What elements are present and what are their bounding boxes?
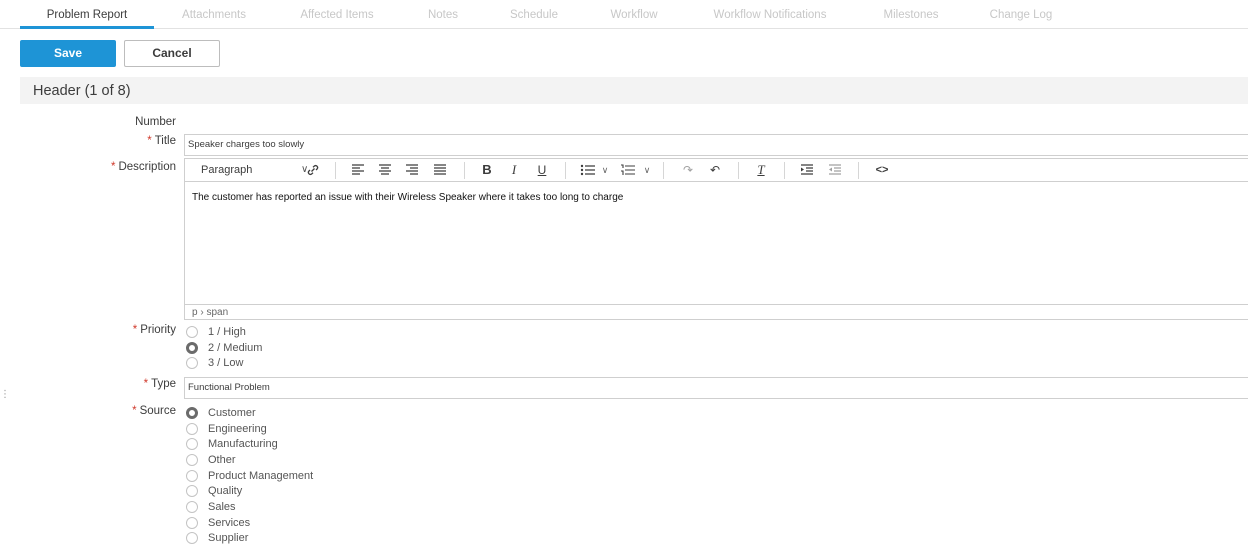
tab-workflow-notifications[interactable]: Workflow Notifications (702, 0, 838, 29)
tab-problem-report[interactable]: Problem Report (20, 0, 154, 29)
toolbar-divider (738, 162, 739, 179)
tab-schedule[interactable]: Schedule (500, 0, 568, 29)
toolbar-divider (784, 162, 785, 179)
toolbar-divider (335, 162, 336, 179)
title-label: * Title (147, 135, 176, 147)
source-label: * Source (132, 405, 176, 417)
drag-handle-icon[interactable]: ⋮ (0, 390, 10, 408)
required-marker: * (147, 135, 152, 147)
italic-icon[interactable]: I (504, 159, 524, 181)
radio-button[interactable] (186, 485, 198, 497)
bold-icon[interactable]: B (477, 159, 497, 181)
radio-button[interactable] (186, 517, 198, 529)
radio-button-checked[interactable] (186, 407, 198, 419)
save-button[interactable]: Save (20, 40, 116, 67)
tab-attachments[interactable]: Attachments (172, 0, 256, 29)
editor-status-path: p › span (185, 304, 1248, 320)
redo-icon[interactable]: ↷ (678, 159, 698, 181)
link-icon[interactable] (303, 159, 323, 181)
align-left-icon[interactable] (348, 159, 368, 181)
radio-button[interactable] (186, 326, 198, 338)
tab-workflow[interactable]: Workflow (600, 0, 668, 29)
type-label: * Type (143, 378, 176, 390)
required-marker: * (143, 378, 149, 390)
toolbar-divider (464, 162, 465, 179)
required-marker: * (132, 405, 137, 417)
tab-change-log[interactable]: Change Log (984, 0, 1058, 29)
radio-button[interactable] (186, 357, 198, 369)
paragraph-format-select[interactable]: Paragraph ∨ (201, 159, 308, 181)
radio-button[interactable] (186, 423, 198, 435)
title-input[interactable]: Speaker charges too slowly (184, 134, 1248, 156)
section-title[interactable]: Header (1 of 8) (33, 83, 131, 99)
description-label: * Description (110, 161, 176, 173)
tab-affected-items[interactable]: Affected Items (290, 0, 384, 29)
priority-label: * Priority (132, 324, 176, 336)
radio-button[interactable] (186, 501, 198, 513)
source-code-icon[interactable]: <> (871, 159, 893, 181)
indent-icon[interactable] (797, 159, 817, 181)
editor-toolbar: Paragraph ∨ B I U ∨ ∨ ↷ ↶ T <> (185, 159, 1248, 182)
chevron-down-icon[interactable]: ∨ (641, 159, 653, 181)
required-marker: * (110, 161, 116, 173)
radio-button[interactable] (186, 438, 198, 450)
undo-icon[interactable]: ↶ (705, 159, 725, 181)
align-center-icon[interactable] (375, 159, 395, 181)
editor-content[interactable]: The customer has reported an issue with … (192, 192, 623, 203)
cancel-button[interactable]: Cancel (124, 40, 220, 67)
tab-bar: Problem Report Attachments Affected Item… (0, 0, 1248, 29)
toolbar-divider (565, 162, 566, 179)
radio-button-checked[interactable] (186, 342, 198, 354)
toolbar-divider (858, 162, 859, 179)
required-marker: * (132, 324, 138, 336)
bullet-list-icon[interactable] (578, 159, 598, 181)
description-editor[interactable]: Paragraph ∨ B I U ∨ ∨ ↷ ↶ T <> The custo… (184, 158, 1248, 320)
type-input[interactable]: Functional Problem (184, 377, 1248, 399)
clear-format-icon[interactable]: T (751, 159, 771, 181)
outdent-icon[interactable] (825, 159, 845, 181)
underline-icon[interactable]: U (532, 159, 552, 181)
number-label: Number (135, 116, 176, 128)
radio-button[interactable] (186, 532, 198, 544)
chevron-down-icon[interactable]: ∨ (599, 159, 611, 181)
numbered-list-icon[interactable] (618, 159, 638, 181)
radio-button[interactable] (186, 454, 198, 466)
align-justify-icon[interactable] (430, 159, 450, 181)
align-right-icon[interactable] (402, 159, 422, 181)
radio-button[interactable] (186, 470, 198, 482)
tab-notes[interactable]: Notes (418, 0, 468, 29)
tab-milestones[interactable]: Milestones (872, 0, 950, 29)
toolbar-divider (663, 162, 664, 179)
